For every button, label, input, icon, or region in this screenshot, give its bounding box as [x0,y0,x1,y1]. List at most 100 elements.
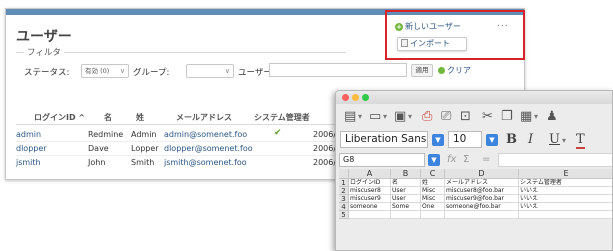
cell-email[interactable]: dlopper@somenet.foo [164,144,253,153]
cell[interactable]: ログインID [349,179,391,187]
cell[interactable] [421,211,445,219]
cell[interactable]: システム管理者 [519,179,612,187]
status-select-value: 有効 (0) [85,67,110,75]
cell[interactable]: いいえ [519,187,612,195]
import-icon [401,39,408,47]
cell[interactable]: someone@foo.bar [445,203,519,211]
cell[interactable]: いいえ [519,195,612,203]
add-icon: + [395,23,403,31]
cell[interactable]: miscuser9@foo.bar [445,195,519,203]
group-select[interactable]: ∨ [186,64,234,78]
header-admin[interactable]: システム管理者 [254,112,310,123]
cell[interactable]: 姓 [421,179,445,187]
calc-window: ▤ ▾ ▭ ▾ ▣ ▾ ⎙ ⎚ ⊡ ✂ ❐ ▦ ▾ ♟ Liberation S… [335,90,613,251]
cell[interactable]: Misc [421,195,445,203]
cell[interactable] [445,211,519,219]
chevron-down-icon[interactable]: ▾ [358,108,362,126]
cut-icon[interactable]: ✂ [482,108,493,126]
row-header[interactable]: 5 [339,211,349,219]
save-icon[interactable]: ▣ [394,108,406,126]
import-menu-item[interactable]: インポート [397,37,467,51]
cell[interactable] [519,211,612,219]
copy-icon[interactable]: ❐ [501,108,513,126]
header-lastname[interactable]: 姓 [136,112,144,123]
row-header[interactable]: 3 [339,195,349,203]
import-label: インポート [410,39,450,48]
filter-legend[interactable]: フィルタ [24,46,64,58]
cell[interactable]: 名 [391,179,421,187]
formula-bar: G8 ▼ fx Σ = [336,153,612,167]
cell-email[interactable]: jsmith@somenet.foo [164,158,247,167]
cell[interactable]: Misc [421,187,445,195]
cell-login[interactable]: jsmith [16,158,41,167]
chevron-down-icon[interactable]: ▾ [534,108,538,126]
chevron-down-icon[interactable]: ▾ [383,108,387,126]
chevron-down-icon: ∨ [119,67,125,75]
minimize-window-button[interactable] [352,94,359,101]
cell-firstname: John [88,158,106,167]
user-input[interactable] [269,63,407,77]
cell[interactable]: いいえ [519,203,612,211]
column-header[interactable]: E [519,169,612,179]
cell[interactable]: User [391,187,421,195]
print-preview-icon[interactable]: ⊡ [460,108,471,126]
function-wizard-icon[interactable]: fx [447,154,456,165]
font-name-box[interactable]: Liberation Sans [340,131,428,148]
more-menu-button[interactable]: ... [497,19,509,29]
clear-link[interactable]: クリア [438,65,471,76]
maximize-window-button[interactable] [362,94,369,101]
font-name-dropdown[interactable]: ▼ [432,134,444,146]
font-size-dropdown[interactable]: ▼ [486,134,498,146]
font-color-button[interactable]: T [576,132,585,149]
name-box-dropdown[interactable]: ▼ [428,154,440,166]
cell-login[interactable]: admin [16,130,41,139]
paste-icon[interactable]: ▦ [520,108,532,126]
column-header[interactable]: C [421,169,445,179]
open-folder-icon[interactable]: ▭ [369,108,381,126]
print-icon[interactable]: ⎚ [441,108,451,126]
column-header[interactable]: B [391,169,421,179]
clone-formatting-icon[interactable]: ♟ [546,108,558,126]
status-select[interactable]: 有効 (0) ∨ [81,64,129,78]
cell[interactable]: Some [391,203,421,211]
chevron-down-icon[interactable]: ▾ [562,132,566,150]
cell[interactable]: miscuser9 [349,195,391,203]
cell[interactable]: miscuser8@foo.bar [445,187,519,195]
cell[interactable] [349,211,391,219]
cell[interactable] [391,211,421,219]
underline-button[interactable]: U [549,132,560,147]
row-header[interactable]: 2 [339,187,349,195]
header-email[interactable]: メールアドレス [176,112,232,123]
new-document-icon[interactable]: ▤ [344,108,356,126]
cell[interactable]: メールアドレス [445,179,519,187]
column-header[interactable]: D [445,169,519,179]
formula-input[interactable] [498,153,612,167]
column-header[interactable]: A [349,169,391,179]
chevron-down-icon[interactable]: ▾ [408,108,412,126]
new-user-link[interactable]: + 新しいユーザー [395,21,461,32]
standard-toolbar: ▤ ▾ ▭ ▾ ▣ ▾ ⎙ ⎚ ⊡ ✂ ❐ ▦ ▾ ♟ [336,108,612,126]
title-bar [336,91,612,104]
export-pdf-icon[interactable]: ⎙ [422,108,432,126]
header-login[interactable]: ログインID ^ [34,112,85,123]
font-size-box[interactable]: 10 [448,131,482,148]
cell[interactable]: someone [349,203,391,211]
cell[interactable]: One [421,203,445,211]
formula-icon[interactable]: = [482,154,490,165]
row-header[interactable]: 1 [339,179,349,187]
cell[interactable]: User [391,195,421,203]
name-box[interactable]: G8 [339,153,425,167]
select-all-corner[interactable] [339,169,349,179]
close-window-button[interactable] [342,94,349,101]
apply-button[interactable]: 適用 [411,64,433,77]
italic-button[interactable]: I [528,132,533,147]
cell-email[interactable]: admin@somenet.foo [164,130,247,139]
formatting-toolbar: Liberation Sans ▼ 10 ▼ B I U ▾ T [336,131,612,149]
header-firstname[interactable]: 名 [104,112,112,123]
sum-icon[interactable]: Σ [463,154,469,165]
cell[interactable]: miscuser8 [349,187,391,195]
cell-login[interactable]: dlopper [16,144,47,153]
row-header[interactable]: 4 [339,203,349,211]
bold-button[interactable]: B [506,132,517,147]
cell-firstname: Dave [88,144,109,153]
